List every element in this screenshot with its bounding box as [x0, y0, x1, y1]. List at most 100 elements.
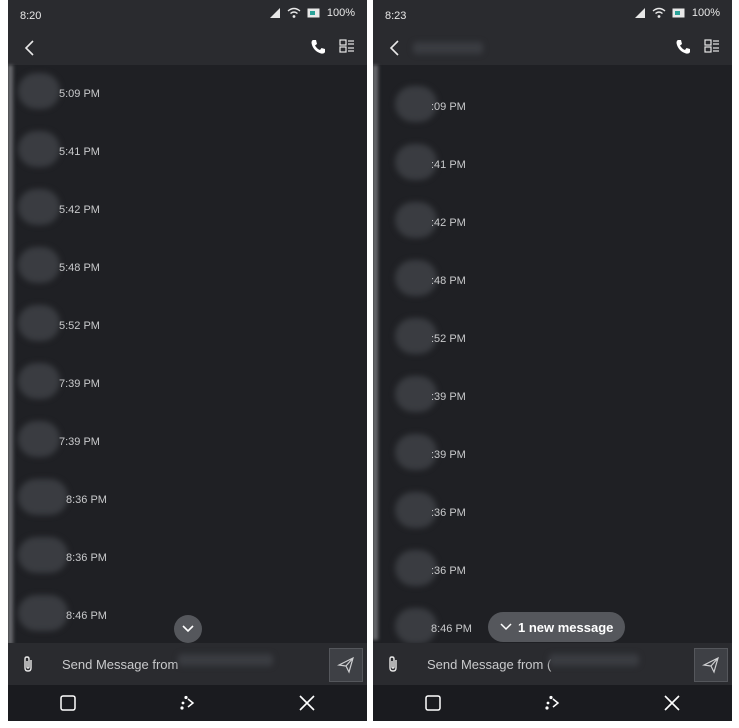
message-timestamp: 5:41 PM [59, 146, 100, 158]
scroll-to-bottom-button[interactable] [174, 615, 202, 643]
message-timestamp: 8:46 PM [431, 623, 472, 635]
message-item[interactable]: :42 PM [383, 202, 603, 246]
wifi-icon [287, 7, 301, 18]
battery-percent: 100% [326, 7, 355, 19]
message-timestamp: 8:36 PM [66, 552, 107, 564]
battery-icon [672, 8, 685, 18]
back-arrow-icon[interactable] [20, 38, 40, 58]
message-bubble [18, 479, 68, 515]
message-timestamp: 5:48 PM [59, 262, 100, 274]
battery-percent: 100% [691, 7, 720, 19]
close-icon [299, 695, 315, 711]
battery-icon [307, 8, 320, 18]
close-icon [664, 695, 680, 711]
message-timestamp: 5:09 PM [59, 88, 100, 100]
sender-number-redacted [549, 654, 639, 666]
message-item[interactable]: 5:42 PM [18, 189, 238, 233]
message-timestamp: :48 PM [431, 275, 466, 287]
message-item[interactable]: :41 PM [383, 144, 603, 188]
switch-app-button[interactable] [173, 689, 201, 717]
message-timestamp: :36 PM [431, 507, 466, 519]
message-item[interactable]: :52 PM [383, 318, 603, 362]
status-bar: 8:23 100% [373, 0, 732, 30]
message-timestamp: :52 PM [431, 333, 466, 345]
message-timestamp: :09 PM [431, 101, 466, 113]
message-timestamp: :39 PM [431, 391, 466, 403]
paperclip-icon[interactable] [385, 655, 401, 673]
close-app-button[interactable] [658, 689, 686, 717]
wifi-icon [652, 7, 666, 18]
message-bubble [18, 247, 60, 283]
send-button[interactable] [694, 648, 728, 682]
phone-screen-1: 8:20 100% 5:09 PM 5:41 PM 5:42 PM 5:48 P… [8, 0, 367, 721]
overview-button[interactable] [54, 689, 82, 717]
message-item[interactable]: 8:36 PM [18, 479, 238, 523]
message-item[interactable]: :39 PM [383, 434, 603, 478]
back-arrow-icon[interactable] [385, 38, 405, 58]
message-item[interactable]: :36 PM [383, 550, 603, 594]
message-item[interactable]: :39 PM [383, 376, 603, 420]
message-bubble [18, 305, 60, 341]
system-nav-bar [373, 685, 732, 721]
message-timestamp: 7:39 PM [59, 436, 100, 448]
phone-call-icon[interactable] [309, 38, 327, 56]
message-item[interactable]: :36 PM [383, 492, 603, 536]
message-timestamp: :41 PM [431, 159, 466, 171]
message-timestamp: :42 PM [431, 217, 466, 229]
message-timestamp: :36 PM [431, 565, 466, 577]
contact-name-redacted [413, 42, 483, 54]
dots-arrow-icon [545, 695, 560, 710]
overview-button[interactable] [419, 689, 447, 717]
message-timestamp: :39 PM [431, 449, 466, 461]
dots-arrow-icon [180, 695, 195, 710]
message-item[interactable]: 5:41 PM [18, 131, 238, 175]
phone-call-icon[interactable] [674, 38, 692, 56]
send-button[interactable] [329, 648, 363, 682]
message-timestamp: 8:36 PM [66, 494, 107, 506]
message-list[interactable]: :09 PM :41 PM :42 PM :48 PM :52 PM :39 P… [373, 65, 732, 644]
message-item[interactable]: 7:39 PM [18, 421, 238, 465]
send-icon [702, 656, 719, 674]
message-bubble [18, 131, 60, 167]
message-item[interactable]: :09 PM [383, 86, 603, 130]
phone-screen-2: 8:23 100% :09 PM :41 PM :42 PM :48 PM :5… [373, 0, 732, 721]
conversation-toolbar [8, 30, 367, 65]
message-composer [373, 643, 732, 685]
message-item[interactable]: :48 PM [383, 260, 603, 304]
message-item[interactable]: 5:09 PM [18, 73, 238, 117]
contact-details-icon[interactable] [339, 38, 355, 54]
contact-details-icon[interactable] [704, 38, 720, 54]
signal-icon [269, 8, 280, 18]
send-icon [337, 656, 354, 674]
new-message-indicator[interactable]: 1 new message [488, 612, 626, 642]
message-bubble [18, 73, 60, 109]
status-bar: 8:20 100% [8, 0, 367, 30]
new-message-label: 1 new message [518, 619, 614, 635]
system-nav-bar [8, 685, 367, 721]
message-item[interactable]: 5:48 PM [18, 247, 238, 291]
message-timestamp: 5:42 PM [59, 204, 100, 216]
chevron-down-icon [500, 623, 512, 631]
signal-icon [634, 8, 645, 18]
message-item[interactable]: 7:39 PM [18, 363, 238, 407]
status-time: 8:23 [385, 10, 407, 22]
message-timestamp: 5:52 PM [59, 320, 100, 332]
message-timestamp: 7:39 PM [59, 378, 100, 390]
status-time: 8:20 [20, 10, 42, 22]
message-item[interactable]: 8:46 PM [18, 595, 238, 639]
switch-app-button[interactable] [538, 689, 566, 717]
message-timestamp: 8:46 PM [66, 610, 107, 622]
message-bubble [18, 595, 68, 631]
message-bubble [18, 421, 60, 457]
message-list[interactable]: 5:09 PM 5:41 PM 5:42 PM 5:48 PM 5:52 PM … [8, 65, 367, 643]
square-icon [425, 695, 441, 711]
message-bubble [18, 189, 60, 225]
message-item[interactable]: 5:52 PM [18, 305, 238, 349]
message-bubble [18, 363, 60, 399]
square-icon [60, 695, 76, 711]
close-app-button[interactable] [293, 689, 321, 717]
message-item[interactable]: 8:36 PM [18, 537, 238, 581]
conversation-toolbar [373, 30, 732, 65]
paperclip-icon[interactable] [20, 655, 36, 673]
message-composer [8, 643, 367, 685]
